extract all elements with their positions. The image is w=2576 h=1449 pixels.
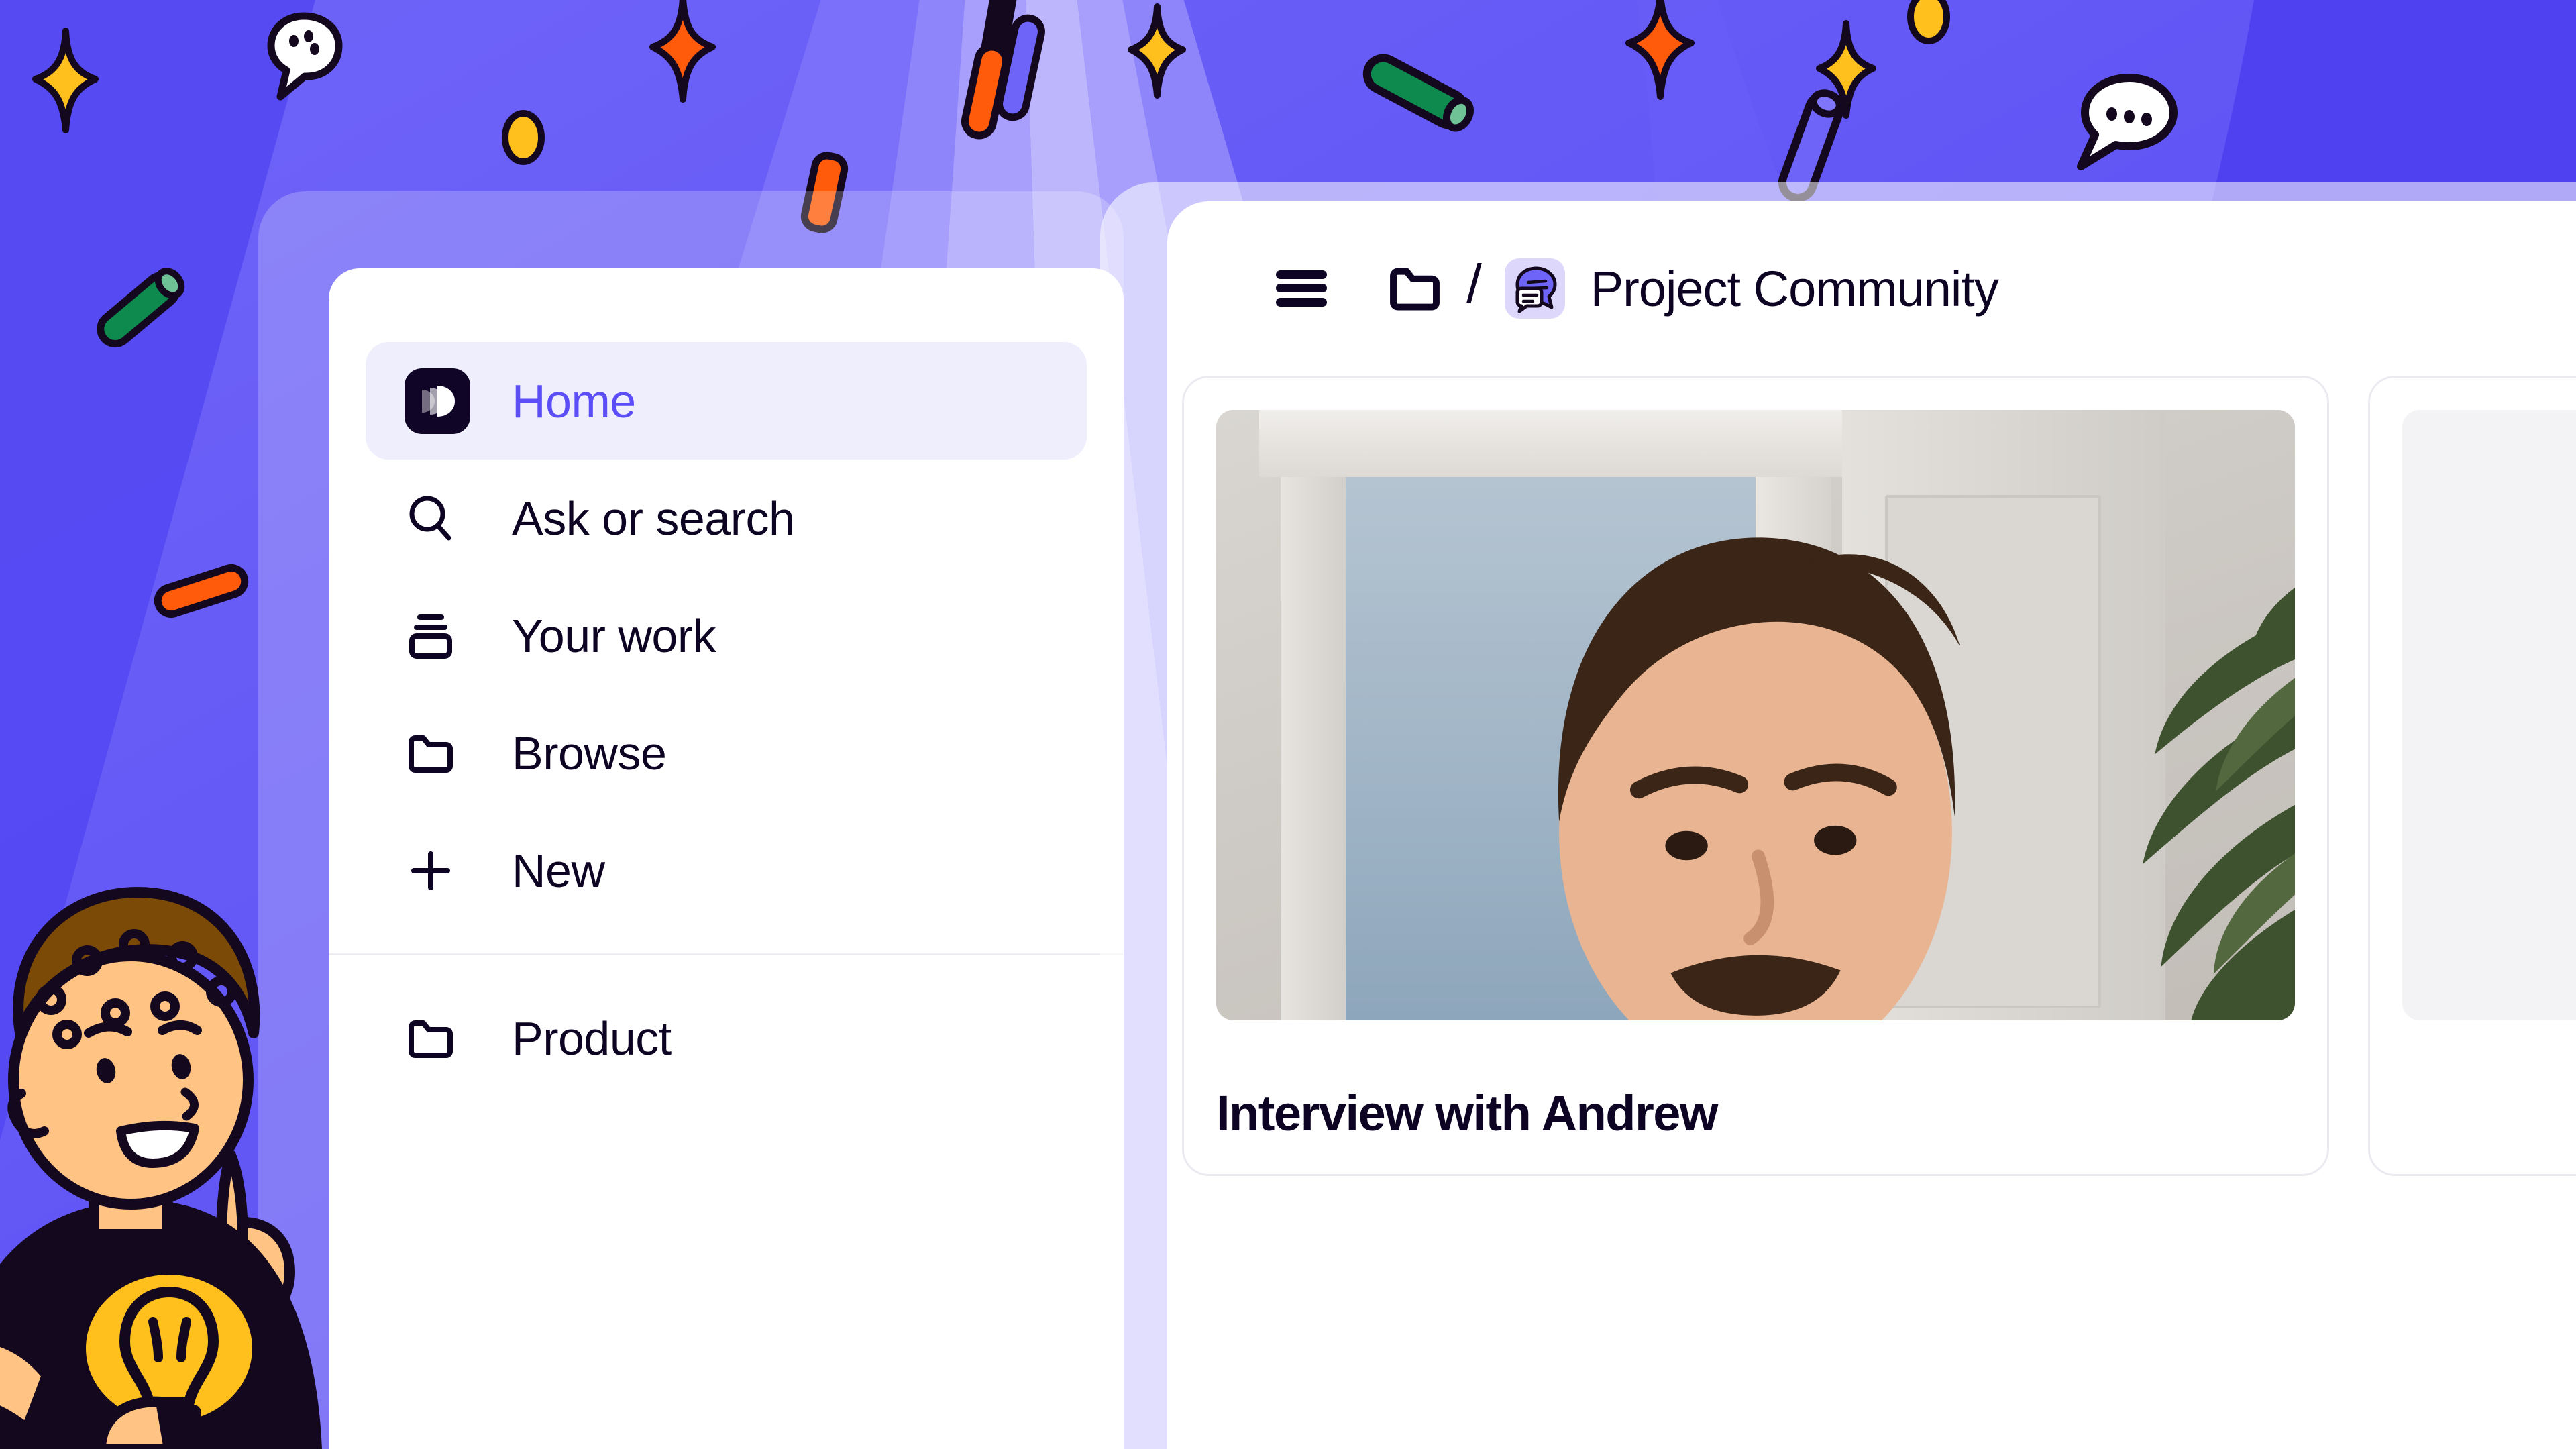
pill-green-icon (1348, 27, 1483, 154)
search-icon (405, 492, 472, 545)
dot-yellow-icon (1905, 0, 1952, 47)
mascot-illustration (0, 812, 517, 1449)
folder-icon[interactable] (1386, 260, 1444, 317)
sidebar-item-label: Product (512, 1012, 672, 1065)
sidebar-item-your-work[interactable]: Your work (366, 577, 1087, 694)
breadcrumb-separator: / (1466, 254, 1482, 315)
sparkle-orange-icon (644, 0, 718, 107)
dot-yellow-icon (500, 107, 547, 168)
pill-green-icon (80, 268, 195, 349)
pill-orange-icon (151, 560, 252, 621)
sidebar-item-home[interactable]: Home (366, 342, 1087, 460)
sparkle-yellow-icon (1124, 3, 1187, 101)
folder-icon (405, 727, 472, 780)
screenshot-stage: Home Ask or search Your work Browse New … (0, 0, 2576, 1449)
content-window: / Project Community Interview with Andre… (1167, 201, 2576, 1449)
sidebar-item-label: Home (512, 374, 636, 427)
sparkle-orange-icon (1620, 0, 1697, 105)
speech-bubble-white-icon (267, 12, 343, 101)
card-title: Interview with Andrew (1216, 1085, 1718, 1141)
project-card[interactable]: Interview with Andrew (1182, 376, 2329, 1176)
video-thumbnail[interactable] (1216, 410, 2295, 1020)
sidebar-item-label: Browse (512, 727, 667, 780)
speech-bubbles-icon (1504, 258, 1565, 319)
page-title: Project Community (1590, 260, 1999, 317)
hamburger-menu-icon[interactable] (1275, 269, 1328, 308)
sidebar-item-label: New (512, 844, 605, 897)
pill-blue-icon (989, 7, 1050, 134)
breadcrumb: / Project Community (1167, 201, 2576, 376)
sidebar-item-label: Ask or search (512, 492, 795, 545)
sidebar-item-label: Your work (512, 609, 716, 662)
sparkle-yellow-icon (27, 27, 101, 134)
thumbnail-photo (1216, 410, 2295, 1020)
placeholder-thumbnail[interactable] (2402, 410, 2576, 1020)
card-grid: Interview with Andrew (1167, 376, 2576, 1176)
speech-bubble-white-icon (2073, 74, 2184, 174)
project-card[interactable] (2368, 376, 2576, 1176)
sidebar-item-ask-or-search[interactable]: Ask or search (366, 460, 1087, 577)
sidebar-item-browse[interactable]: Browse (366, 694, 1087, 812)
stack-icon (405, 610, 472, 662)
descript-logo-icon (405, 368, 472, 434)
